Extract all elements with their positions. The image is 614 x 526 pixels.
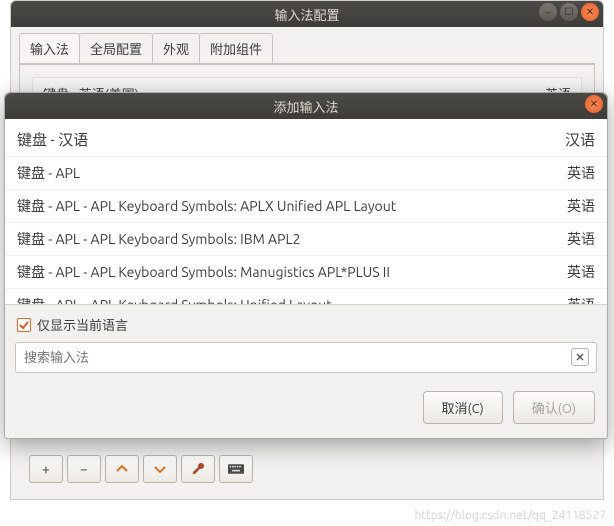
tab-global-config[interactable]: 全局配置 [79,33,153,63]
close-button[interactable]: ✕ [581,3,599,21]
search-wrap [15,342,597,373]
window-title: 输入法配置 [11,5,603,24]
list-item[interactable]: 键盘 - APL英语 [5,157,607,190]
tab-appearance[interactable]: 外观 [152,33,200,63]
clear-search-button[interactable] [571,348,589,366]
wrench-icon [190,461,206,477]
list-item[interactable]: 键盘 - APL - APL Keyboard Symbols: IBM APL… [5,223,607,256]
window-titlebar: 输入法配置 – ☐ ✕ [11,1,603,27]
ok-button[interactable]: 确认(O) [513,391,595,424]
maximize-button[interactable]: ☐ [560,3,578,21]
only-current-lang-checkbox[interactable] [17,318,31,332]
backspace-icon [575,352,585,362]
input-method-list[interactable]: 键盘 - 汉语汉语 键盘 - APL英语 键盘 - APL - APL Keyb… [5,119,607,305]
dialog-title: 添加输入法 [5,97,607,116]
search-input[interactable] [15,342,597,373]
check-icon [19,320,29,330]
chevron-up-icon [114,461,130,477]
dialog-buttons: 取消(C) 确认(O) [5,385,607,438]
only-current-lang-row[interactable]: 仅显示当前语言 [5,305,607,342]
list-item[interactable]: 键盘 - APL - APL Keyboard Symbols: Manugis… [5,256,607,289]
tab-addons[interactable]: 附加组件 [199,33,273,63]
dialog-close-button[interactable]: ✕ [585,95,603,113]
toolbar: + − [29,455,253,483]
dialog-titlebar: 添加输入法 ✕ [5,93,607,119]
only-current-lang-label: 仅显示当前语言 [37,315,128,334]
move-down-button[interactable] [143,455,177,483]
watermark: https://blog.csdn.net/qq_24118527 [414,509,606,522]
tab-input-method[interactable]: 输入法 [19,33,80,63]
keyboard-icon [228,461,244,477]
minimize-button[interactable]: – [539,3,557,21]
add-input-method-dialog: 添加输入法 ✕ 键盘 - 汉语汉语 键盘 - APL英语 键盘 - APL - … [4,92,608,439]
keyboard-button[interactable] [219,455,253,483]
cancel-button[interactable]: 取消(C) [423,391,503,424]
remove-button[interactable]: − [67,455,101,483]
settings-button[interactable] [181,455,215,483]
list-item[interactable]: 键盘 - APL - APL Keyboard Symbols: APLX Un… [5,190,607,223]
move-up-button[interactable] [105,455,139,483]
list-item[interactable]: 键盘 - 汉语汉语 [5,119,607,157]
add-button[interactable]: + [29,455,63,483]
list-item[interactable]: 键盘 - APL - APL Keyboard Symbols: Unified… [5,289,607,305]
chevron-down-icon [152,461,168,477]
tab-bar: 输入法 全局配置 外观 附加组件 [19,33,595,64]
